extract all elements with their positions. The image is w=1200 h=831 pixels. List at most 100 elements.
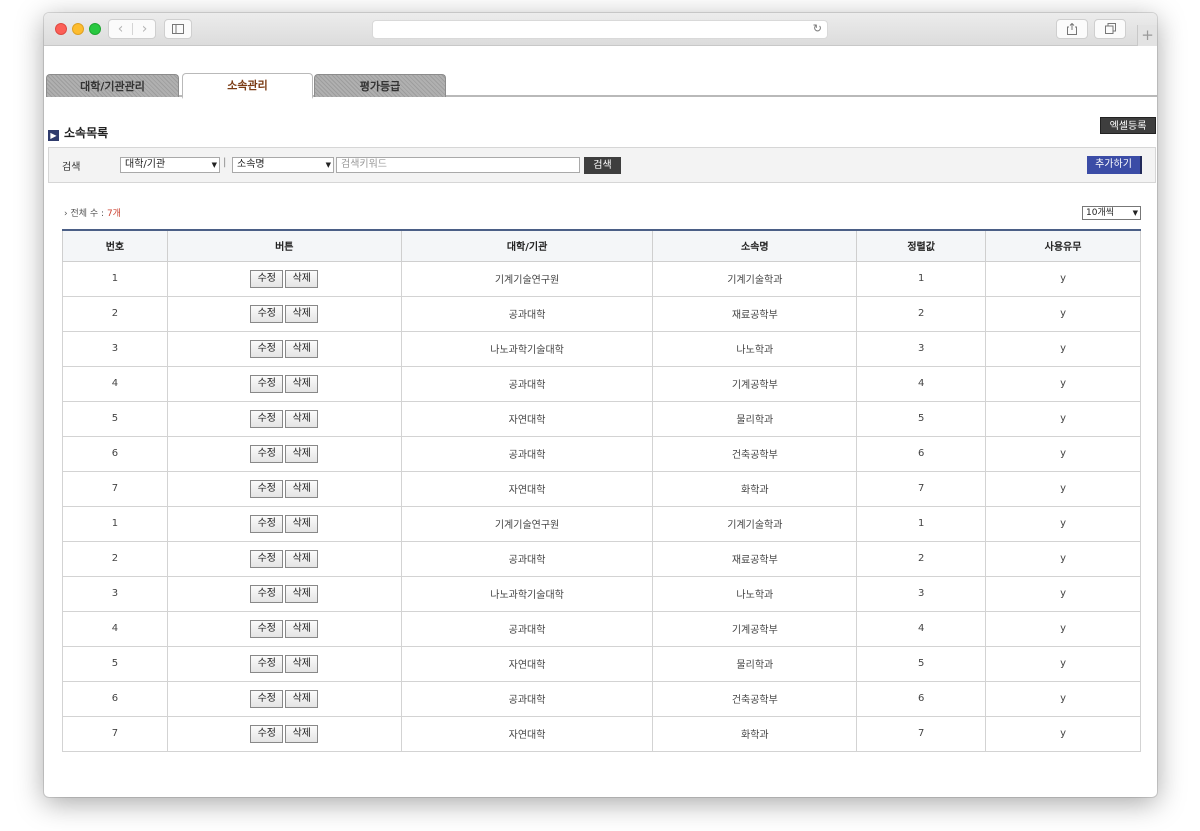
- reload-icon[interactable]: ↻: [813, 22, 822, 35]
- cell-use: y: [985, 610, 1141, 647]
- edit-button[interactable]: 수정: [250, 724, 284, 743]
- cell-sort: 3: [856, 575, 987, 612]
- edit-button[interactable]: 수정: [250, 689, 284, 708]
- field-select-value: 소속명: [237, 159, 265, 170]
- new-tab-button[interactable]: +: [1137, 25, 1157, 46]
- edit-button[interactable]: 수정: [250, 339, 284, 358]
- edit-button[interactable]: 수정: [250, 409, 284, 428]
- browser-window: ‹ › ↻ + 대학/기관관리 소속관리 평가등급 ▶ 소속목록 엑셀등록 검색…: [44, 13, 1157, 797]
- cell-use: y: [985, 330, 1141, 367]
- cell-use: y: [985, 575, 1141, 612]
- zoom-window-button[interactable]: [89, 23, 101, 35]
- univ-select[interactable]: 대학/기관 ▼: [120, 157, 220, 173]
- back-icon[interactable]: ‹: [109, 20, 132, 38]
- delete-button[interactable]: 삭제: [285, 374, 319, 393]
- section-title-text: 소속목록: [64, 126, 109, 140]
- cell-dept: 물리학과: [652, 400, 858, 437]
- cell-dept: 물리학과: [652, 645, 858, 682]
- delete-button[interactable]: 삭제: [285, 584, 319, 603]
- table-row: 5 수정 삭제 자연대학 물리학과 5 y: [62, 645, 1141, 682]
- cell-dept: 나노학과: [652, 330, 858, 367]
- excel-upload-button[interactable]: 엑셀등록: [1100, 117, 1156, 134]
- header-univ: 대학/기관: [400, 229, 654, 262]
- cell-buttons: 수정 삭제: [166, 680, 402, 717]
- cell-buttons: 수정 삭제: [166, 715, 402, 752]
- cell-sort: 6: [856, 435, 987, 472]
- cell-sort: 5: [856, 645, 987, 682]
- total-count: › 전체 수 : 7개: [64, 206, 121, 219]
- header-no: 번호: [62, 229, 168, 262]
- delete-button[interactable]: 삭제: [285, 444, 319, 463]
- field-select[interactable]: 소속명 ▼: [232, 157, 334, 173]
- delete-button[interactable]: 삭제: [285, 549, 319, 568]
- edit-button[interactable]: 수정: [250, 549, 284, 568]
- per-page-select[interactable]: 10개씩 ▼: [1082, 206, 1141, 220]
- delete-button[interactable]: 삭제: [285, 269, 319, 288]
- cell-univ: 나노과학기술대학: [400, 330, 654, 367]
- cell-sort: 1: [856, 260, 987, 297]
- cell-univ: 공과대학: [400, 540, 654, 577]
- table-row: 2 수정 삭제 공과대학 재료공학부 2 y: [62, 540, 1141, 577]
- delete-button[interactable]: 삭제: [285, 654, 319, 673]
- edit-button[interactable]: 수정: [250, 304, 284, 323]
- table-row: 3 수정 삭제 나노과학기술대학 나노학과 3 y: [62, 330, 1141, 367]
- sidebar-toggle-button[interactable]: [164, 19, 192, 39]
- cell-sort: 4: [856, 365, 987, 402]
- cell-sort: 2: [856, 295, 987, 332]
- cell-no: 5: [62, 645, 168, 682]
- main-tabs: 대학/기관관리 소속관리 평가등급: [46, 73, 1157, 99]
- delete-button[interactable]: 삭제: [285, 514, 319, 533]
- close-window-button[interactable]: [55, 23, 67, 35]
- cell-dept: 건축공학부: [652, 680, 858, 717]
- delete-button[interactable]: 삭제: [285, 479, 319, 498]
- cell-buttons: 수정 삭제: [166, 435, 402, 472]
- tab-dept-management[interactable]: 소속관리: [182, 73, 313, 99]
- cell-buttons: 수정 삭제: [166, 365, 402, 402]
- cell-buttons: 수정 삭제: [166, 575, 402, 612]
- edit-button[interactable]: 수정: [250, 654, 284, 673]
- edit-button[interactable]: 수정: [250, 584, 284, 603]
- cell-no: 6: [62, 435, 168, 472]
- cell-dept: 건축공학부: [652, 435, 858, 472]
- forward-icon[interactable]: ›: [133, 20, 156, 38]
- edit-button[interactable]: 수정: [250, 444, 284, 463]
- cell-use: y: [985, 645, 1141, 682]
- delete-button[interactable]: 삭제: [285, 304, 319, 323]
- search-button[interactable]: 검색: [584, 157, 621, 174]
- delete-button[interactable]: 삭제: [285, 689, 319, 708]
- cell-use: y: [985, 680, 1141, 717]
- keyword-input[interactable]: 검색키워드: [336, 157, 580, 173]
- table-row: 6 수정 삭제 공과대학 건축공학부 6 y: [62, 435, 1141, 472]
- select-separator: |: [223, 157, 227, 168]
- cell-buttons: 수정 삭제: [166, 645, 402, 682]
- cell-use: y: [985, 365, 1141, 402]
- address-bar[interactable]: ↻: [372, 20, 828, 39]
- delete-button[interactable]: 삭제: [285, 619, 319, 638]
- share-icon: [1067, 22, 1077, 35]
- edit-button[interactable]: 수정: [250, 374, 284, 393]
- edit-button[interactable]: 수정: [250, 514, 284, 533]
- edit-button[interactable]: 수정: [250, 479, 284, 498]
- edit-button[interactable]: 수정: [250, 269, 284, 288]
- add-button[interactable]: 추가하기: [1087, 156, 1142, 174]
- cell-use: y: [985, 435, 1141, 472]
- minimize-window-button[interactable]: [72, 23, 84, 35]
- search-label: 검색: [62, 162, 81, 173]
- header-buttons: 버튼: [166, 229, 402, 262]
- edit-button[interactable]: 수정: [250, 619, 284, 638]
- cell-no: 7: [62, 715, 168, 752]
- delete-button[interactable]: 삭제: [285, 409, 319, 428]
- cell-no: 6: [62, 680, 168, 717]
- tab-univ-management[interactable]: 대학/기관관리: [46, 74, 179, 97]
- cell-univ: 공과대학: [400, 435, 654, 472]
- tab-evaluation-grade[interactable]: 평가등급: [314, 74, 446, 97]
- tabs-overview-button[interactable]: [1094, 19, 1126, 39]
- cell-buttons: 수정 삭제: [166, 540, 402, 577]
- cell-buttons: 수정 삭제: [166, 470, 402, 507]
- delete-button[interactable]: 삭제: [285, 724, 319, 743]
- cell-dept: 기계공학부: [652, 610, 858, 647]
- cell-dept: 재료공학부: [652, 295, 858, 332]
- section-arrow-icon: ▶: [48, 130, 59, 141]
- delete-button[interactable]: 삭제: [285, 339, 319, 358]
- share-button[interactable]: [1056, 19, 1088, 39]
